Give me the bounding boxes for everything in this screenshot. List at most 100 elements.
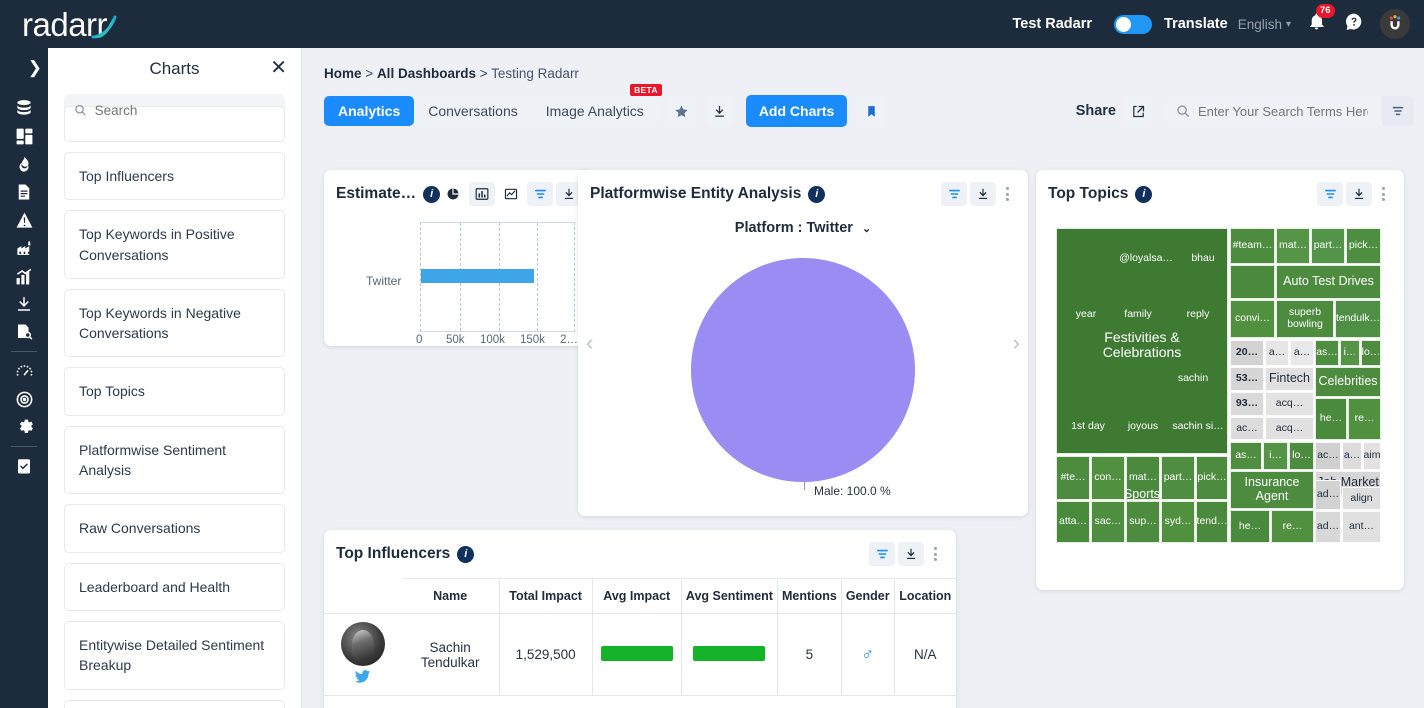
more-options-icon[interactable] bbox=[999, 187, 1016, 201]
filter-icon[interactable] bbox=[869, 542, 895, 566]
treemap-cell[interactable]: sup… bbox=[1126, 501, 1160, 543]
line-chart-icon[interactable] bbox=[498, 182, 524, 206]
treemap-cell[interactable]: re… bbox=[1348, 398, 1381, 440]
treemap-cell[interactable]: lo… bbox=[1361, 340, 1381, 366]
notifications-button[interactable]: 76 bbox=[1307, 4, 1335, 36]
more-options-icon[interactable] bbox=[927, 547, 944, 561]
treemap-cell[interactable]: pick… bbox=[1346, 228, 1381, 264]
column-header-mentions[interactable]: Mentions bbox=[777, 578, 842, 614]
dashboard-grid-icon[interactable] bbox=[10, 122, 38, 150]
treemap-cell[interactable]: ad… bbox=[1315, 511, 1341, 543]
user-avatar[interactable] bbox=[1380, 9, 1410, 39]
column-header-total-impact[interactable]: Total Impact bbox=[499, 578, 593, 614]
treemap-cell[interactable]: i… bbox=[1340, 340, 1360, 366]
treemap-cell[interactable]: he… bbox=[1230, 510, 1270, 543]
expand-chevron-icon[interactable]: ❯ bbox=[28, 58, 42, 78]
list-item[interactable]: Top Topics bbox=[64, 367, 285, 416]
list-item[interactable]: Top Keywords in Positive Conversations bbox=[64, 210, 285, 279]
table-row[interactable]: Sachin Tendulkar 1,529,500 5 ♂ N/A bbox=[324, 613, 956, 696]
breadcrumb-all-dashboards[interactable]: All Dashboards bbox=[377, 66, 476, 81]
treemap-cell[interactable]: acq… bbox=[1265, 417, 1314, 440]
treemap-cell[interactable]: a… bbox=[1290, 340, 1314, 366]
gear-icon[interactable] bbox=[10, 413, 38, 441]
fire-drop-icon[interactable] bbox=[10, 150, 38, 178]
factory-icon[interactable] bbox=[10, 234, 38, 262]
close-icon[interactable]: ✕ bbox=[270, 58, 287, 78]
add-charts-button[interactable]: Add Charts bbox=[745, 95, 848, 127]
treemap-cell[interactable]: 1st day bbox=[1062, 418, 1114, 436]
list-item[interactable]: Platformwise Sentiment Analysis bbox=[64, 425, 285, 495]
treemap-group-label-auto-test-drives[interactable]: Auto Test Drives bbox=[1276, 265, 1381, 299]
document-icon[interactable] bbox=[10, 178, 38, 206]
clipboard-check-icon[interactable] bbox=[10, 452, 38, 480]
speedometer-icon[interactable] bbox=[10, 357, 38, 385]
treemap-cell[interactable]: syd… bbox=[1161, 501, 1195, 543]
treemap-cell[interactable]: mat… bbox=[1276, 228, 1310, 264]
treemap-cell[interactable]: ac… bbox=[1315, 442, 1341, 470]
platform-dropdown[interactable]: Platform : Twitter ⌄ bbox=[578, 220, 1028, 236]
treemap-cell[interactable]: reply bbox=[1174, 306, 1222, 324]
treemap-cell[interactable]: ad… bbox=[1315, 480, 1341, 510]
search-filter-button[interactable] bbox=[1382, 96, 1414, 126]
info-icon[interactable]: i bbox=[808, 185, 826, 203]
charts-search-input[interactable] bbox=[94, 102, 275, 118]
column-header-gender[interactable]: Gender bbox=[841, 578, 895, 614]
treemap-cell[interactable]: sac… bbox=[1091, 501, 1125, 543]
treemap-cell[interactable]: a… bbox=[1342, 442, 1362, 470]
language-value[interactable]: English bbox=[1238, 17, 1282, 32]
treemap-cell[interactable]: year bbox=[1064, 306, 1108, 324]
tab-conversations[interactable]: Conversations bbox=[414, 96, 532, 126]
translate-toggle[interactable] bbox=[1114, 14, 1153, 34]
treemap-cell[interactable]: i… bbox=[1263, 442, 1288, 470]
tab-analytics[interactable]: Analytics bbox=[324, 96, 415, 126]
pie-slice-male[interactable] bbox=[691, 258, 915, 482]
dashboard-search-input[interactable] bbox=[1198, 103, 1368, 119]
list-item[interactable]: Entitywise Detailed Sentiment Breakup bbox=[64, 620, 285, 690]
breadcrumb-home[interactable]: Home bbox=[324, 66, 362, 81]
treemap-cell[interactable]: ant… bbox=[1342, 511, 1381, 543]
treemap-cell[interactable]: acq… bbox=[1265, 392, 1314, 416]
treemap-cell[interactable]: convi… bbox=[1230, 300, 1275, 338]
treemap-group-label-celebrities[interactable]: Celebrities bbox=[1315, 367, 1381, 397]
column-header-avg-sentiment[interactable]: Avg Sentiment bbox=[681, 578, 778, 614]
treemap-cell[interactable]: sachin bbox=[1168, 370, 1218, 388]
info-icon[interactable]: i bbox=[457, 545, 475, 563]
download-icon[interactable] bbox=[1346, 182, 1372, 206]
list-item[interactable]: Top Keywords in Negative Conversations bbox=[64, 288, 285, 358]
treemap-cell[interactable]: @loyalsa… bbox=[1114, 250, 1178, 268]
app-logo[interactable]: radarr bbox=[22, 8, 117, 41]
treemap-cell[interactable]: tend… bbox=[1196, 501, 1228, 543]
treemap-cell[interactable]: align bbox=[1342, 487, 1381, 510]
column-header-name[interactable]: Name bbox=[401, 578, 500, 614]
treemap-cell[interactable]: he… bbox=[1315, 398, 1347, 440]
database-icon[interactable] bbox=[10, 94, 38, 122]
treemap-cell[interactable]: re… bbox=[1271, 510, 1314, 543]
bookmark-button[interactable] bbox=[857, 97, 886, 125]
treemap-cell[interactable]: as… bbox=[1230, 442, 1262, 470]
more-options-icon[interactable] bbox=[1375, 187, 1392, 201]
filter-icon[interactable] bbox=[1317, 182, 1343, 206]
treemap-cell[interactable]: 53… bbox=[1230, 367, 1264, 391]
treemap-cell[interactable]: #team… bbox=[1230, 228, 1275, 264]
alert-triangle-icon[interactable] bbox=[10, 206, 38, 234]
download-icon[interactable] bbox=[970, 182, 996, 206]
tab-image-analytics[interactable]: Image Analytics BETA bbox=[532, 84, 662, 126]
list-item[interactable]: Top Influencers bbox=[64, 152, 285, 201]
treemap-cell[interactable]: aim bbox=[1363, 442, 1381, 470]
treemap-cell[interactable]: 20… bbox=[1230, 340, 1264, 366]
bar-twitter[interactable] bbox=[421, 269, 534, 283]
treemap-cell[interactable]: family bbox=[1114, 306, 1162, 324]
treemap-cell-blank[interactable] bbox=[1230, 265, 1275, 299]
treemap-cell[interactable]: part… bbox=[1311, 228, 1345, 264]
download-icon[interactable] bbox=[898, 542, 924, 566]
chevron-left-icon[interactable]: ‹ bbox=[586, 330, 593, 356]
info-icon[interactable]: i bbox=[423, 185, 441, 203]
help-icon[interactable] bbox=[1344, 12, 1364, 37]
treemap-cell[interactable]: bhau bbox=[1182, 250, 1224, 268]
treemap-cell[interactable]: as… bbox=[1315, 340, 1339, 366]
filter-icon[interactable] bbox=[527, 182, 554, 206]
treemap-cell[interactable]: ac… bbox=[1230, 417, 1264, 440]
treemap-cell[interactable]: joyous bbox=[1118, 418, 1168, 436]
treemap-group-label-fintech[interactable]: Fintech bbox=[1265, 367, 1314, 391]
bar-chart-icon[interactable] bbox=[469, 182, 496, 206]
